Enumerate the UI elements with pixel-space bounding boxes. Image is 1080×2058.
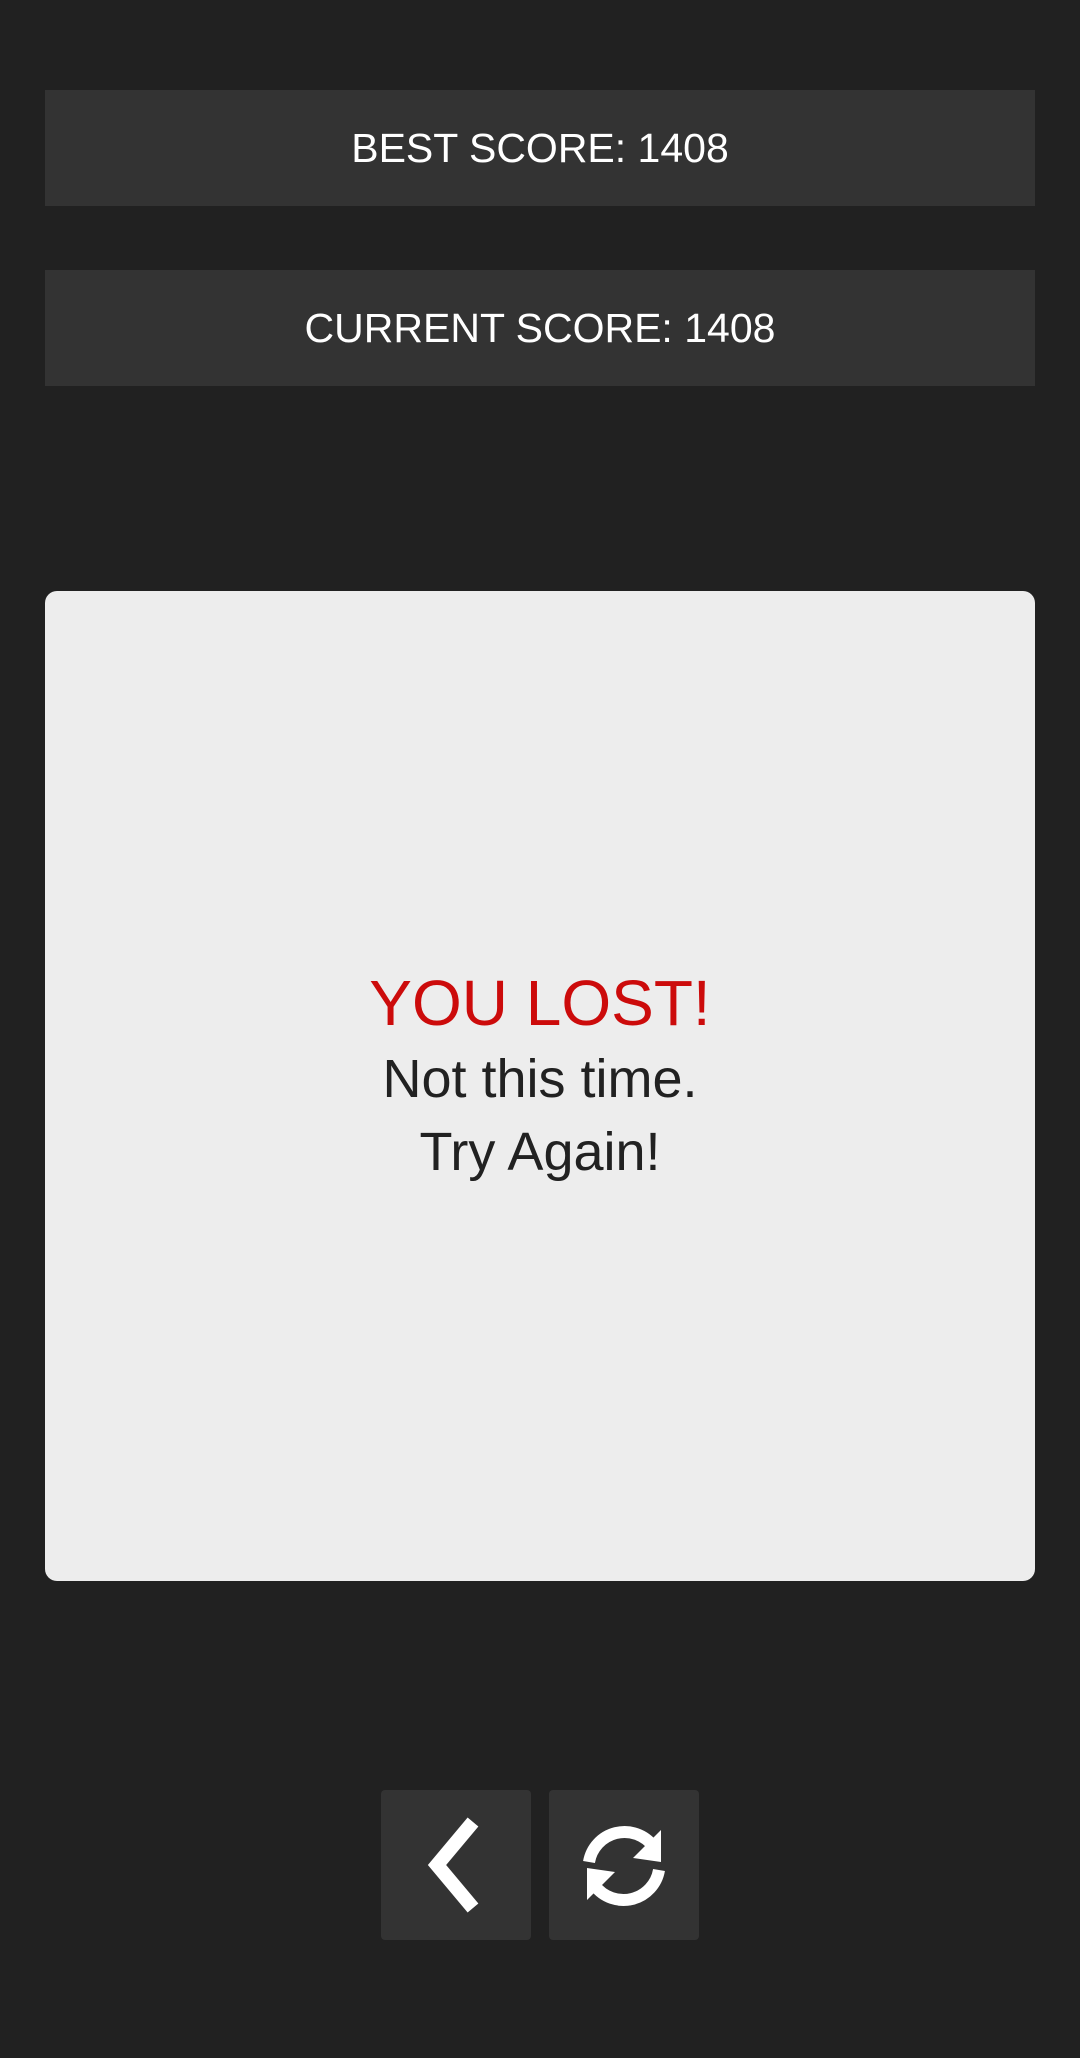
- result-prompt: Try Again!: [419, 1122, 661, 1182]
- control-bar: [381, 1790, 699, 1940]
- best-score-text: BEST SCORE: 1408: [351, 124, 729, 171]
- refresh-icon: [583, 1826, 665, 1906]
- back-button[interactable]: [381, 1790, 531, 1940]
- restart-button[interactable]: [549, 1790, 699, 1940]
- best-score-bar: BEST SCORE: 1408: [45, 90, 1035, 206]
- current-score-bar: CURRENT SCORE: 1408: [45, 270, 1035, 386]
- current-score-text: CURRENT SCORE: 1408: [304, 304, 776, 351]
- result-message: Not this time.: [382, 1049, 698, 1109]
- chevron-left-icon: [427, 1817, 479, 1913]
- game-screen: BEST SCORE: 1408 CURRENT SCORE: 1408 YOU…: [0, 0, 1080, 2058]
- result-title: YOU LOST!: [369, 967, 711, 1039]
- game-board: YOU LOST! Not this time. Try Again!: [45, 591, 1035, 1581]
